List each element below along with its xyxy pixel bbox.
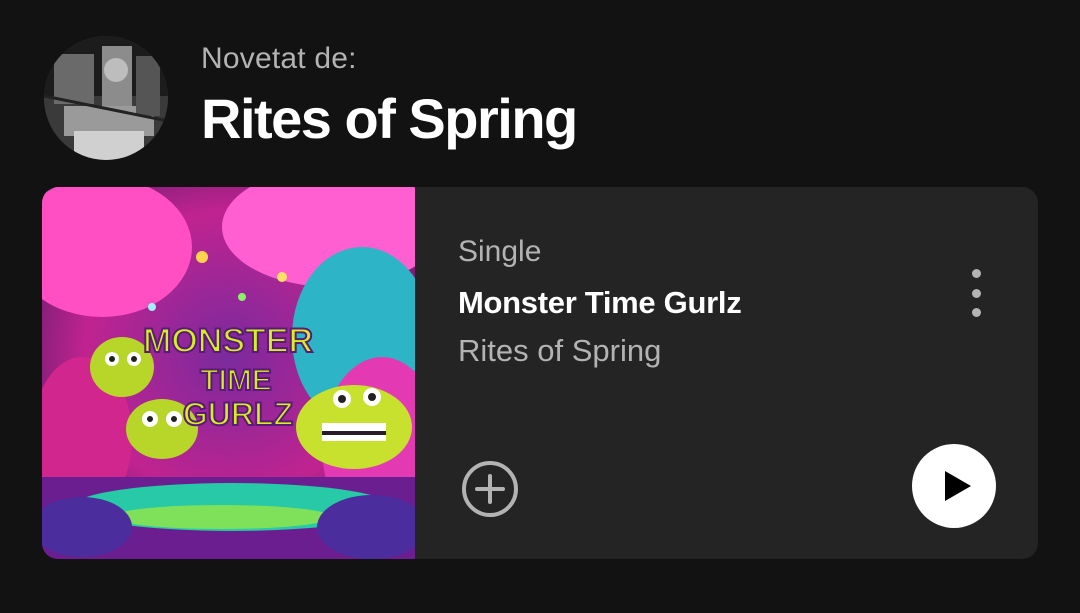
plus-circle-icon[interactable] xyxy=(460,459,520,519)
play-icon xyxy=(944,471,971,501)
release-header: Novetat de: Rites of Spring xyxy=(44,36,1044,162)
more-vertical-icon[interactable] xyxy=(958,265,994,321)
release-info: Single Monster Time Gurlz Rites of Sprin… xyxy=(458,235,958,369)
release-title[interactable]: Monster Time Gurlz xyxy=(458,285,958,321)
artist-avatar[interactable] xyxy=(44,36,168,160)
dot xyxy=(971,269,981,278)
play-button[interactable] xyxy=(912,444,996,528)
release-artist[interactable]: Rites of Spring xyxy=(458,333,958,369)
cover-text-gurlz: GURLZ xyxy=(183,396,293,432)
dot xyxy=(971,288,981,298)
header-subtitle: Novetat de: xyxy=(201,42,357,75)
cover-text-monster: MONSTER xyxy=(143,322,313,360)
release-card[interactable]: MONSTER TIME GURLZ Single Monster Time G… xyxy=(42,187,1038,559)
header-title[interactable]: Rites of Spring xyxy=(201,86,578,151)
album-cover[interactable]: MONSTER TIME GURLZ xyxy=(42,187,415,559)
release-type: Single xyxy=(458,235,542,268)
cover-text-time: TIME xyxy=(200,364,272,397)
dot xyxy=(971,308,981,317)
